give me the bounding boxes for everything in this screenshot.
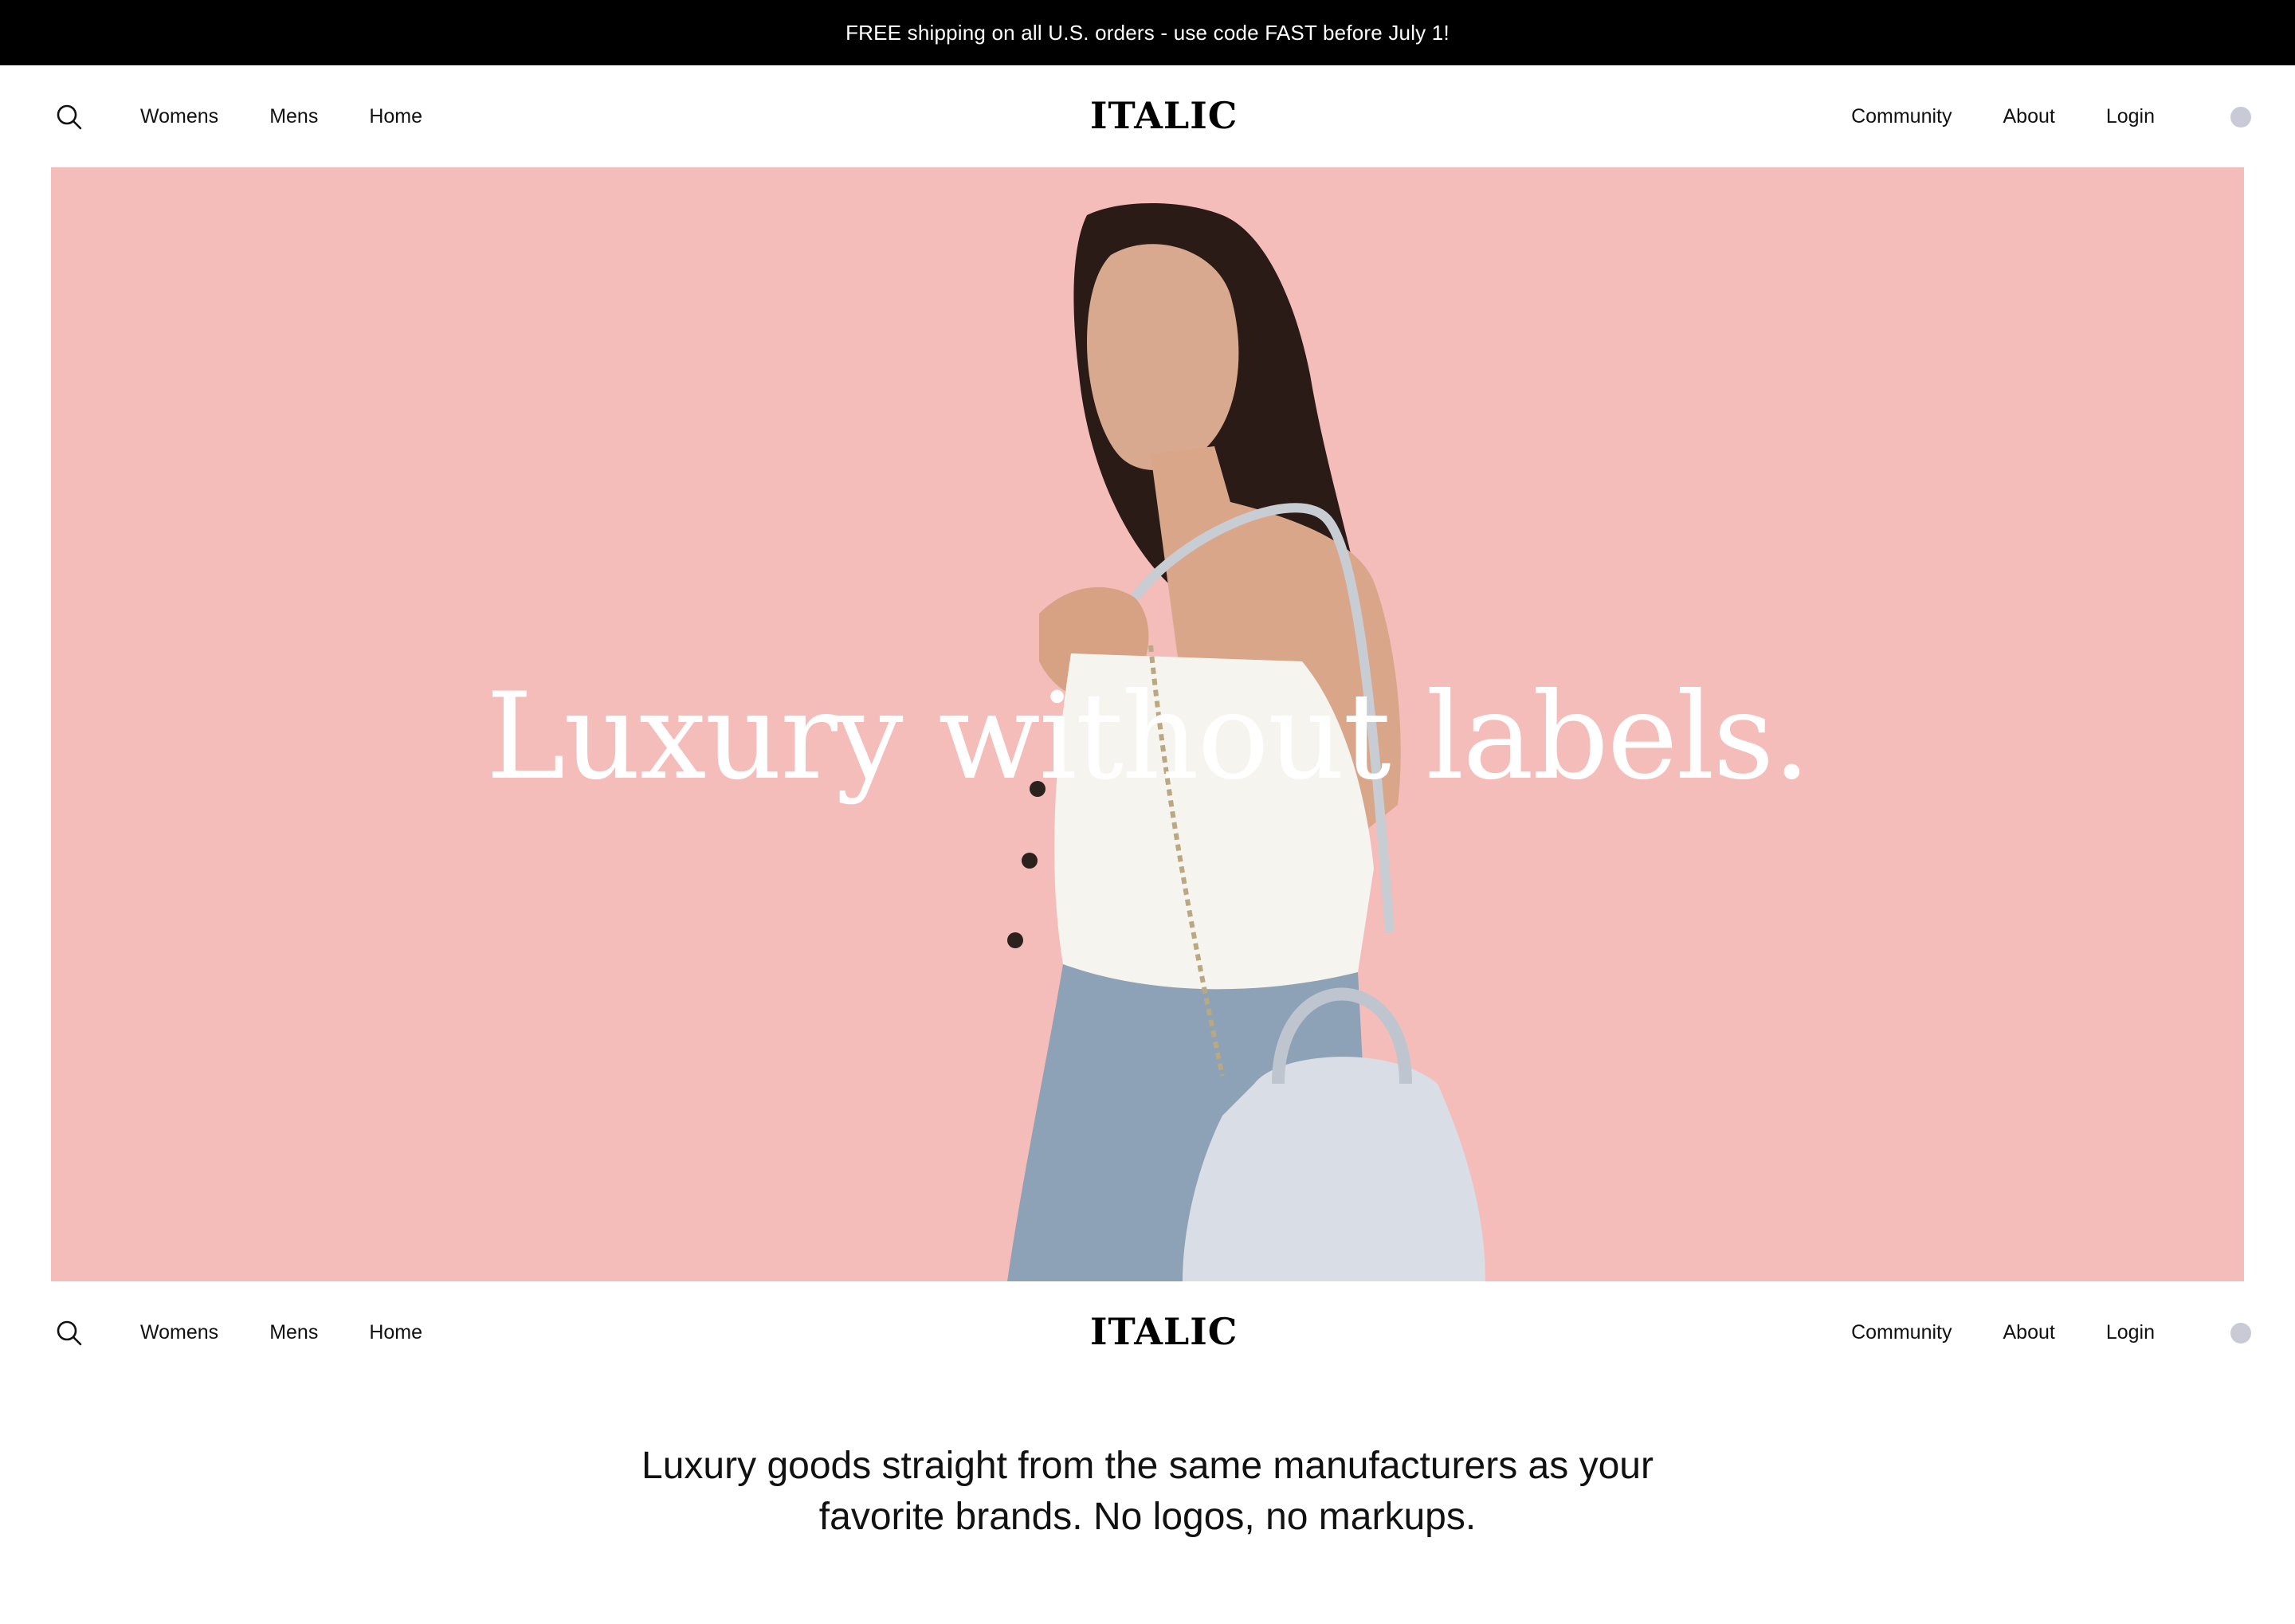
sticky-navigation: Womens Mens Home ITALIC Community About … [0,1281,2295,1383]
nav-link-community[interactable]: Community [1851,105,1952,128]
announcement-bar: FREE shipping on all U.S. orders - use c… [0,0,2295,65]
brand-logo[interactable]: ITALIC [1090,94,1237,137]
announcement-text: FREE shipping on all U.S. orders - use c… [845,20,1450,45]
tagline-line-2: favorite brands. No logos, no markups. [818,1496,1477,1538]
nav-link-home[interactable]: Home [369,105,422,128]
nav-right-links: Community About Login [1800,65,2155,167]
brand-logo[interactable]: ITALIC [1090,1310,1237,1353]
hero-headline: Luxury without labels. [485,668,1811,806]
nav-link-womens[interactable]: Womens [140,105,218,128]
nav-link-login[interactable]: Login [2106,1321,2155,1344]
hero-banner[interactable]: Luxury without labels. [51,167,2244,1281]
nav-link-home[interactable]: Home [369,1321,422,1344]
nav-link-login[interactable]: Login [2106,105,2155,128]
search-icon[interactable] [56,1320,83,1347]
nav-link-mens[interactable]: Mens [269,1321,318,1344]
nav-link-womens[interactable]: Womens [140,1321,218,1344]
nav-link-mens[interactable]: Mens [269,105,318,128]
account-dot-icon[interactable] [2230,1323,2251,1344]
account-dot-icon[interactable] [2230,107,2251,127]
nav-right-links: Community About Login [1800,1281,2155,1383]
nav-link-about[interactable]: About [2003,105,2054,128]
nav-link-community[interactable]: Community [1851,1321,1952,1344]
nav-left-links: Womens Mens Home [140,65,473,167]
tagline-line-1: Luxury goods straight from the same manu… [641,1445,1654,1487]
nav-left-links: Womens Mens Home [140,1281,473,1383]
nav-link-about[interactable]: About [2003,1321,2054,1344]
top-navigation: Womens Mens Home ITALIC Community About … [0,65,2295,167]
brand-tagline: Luxury goods straight from the same manu… [0,1441,2295,1543]
search-icon[interactable] [56,104,83,131]
